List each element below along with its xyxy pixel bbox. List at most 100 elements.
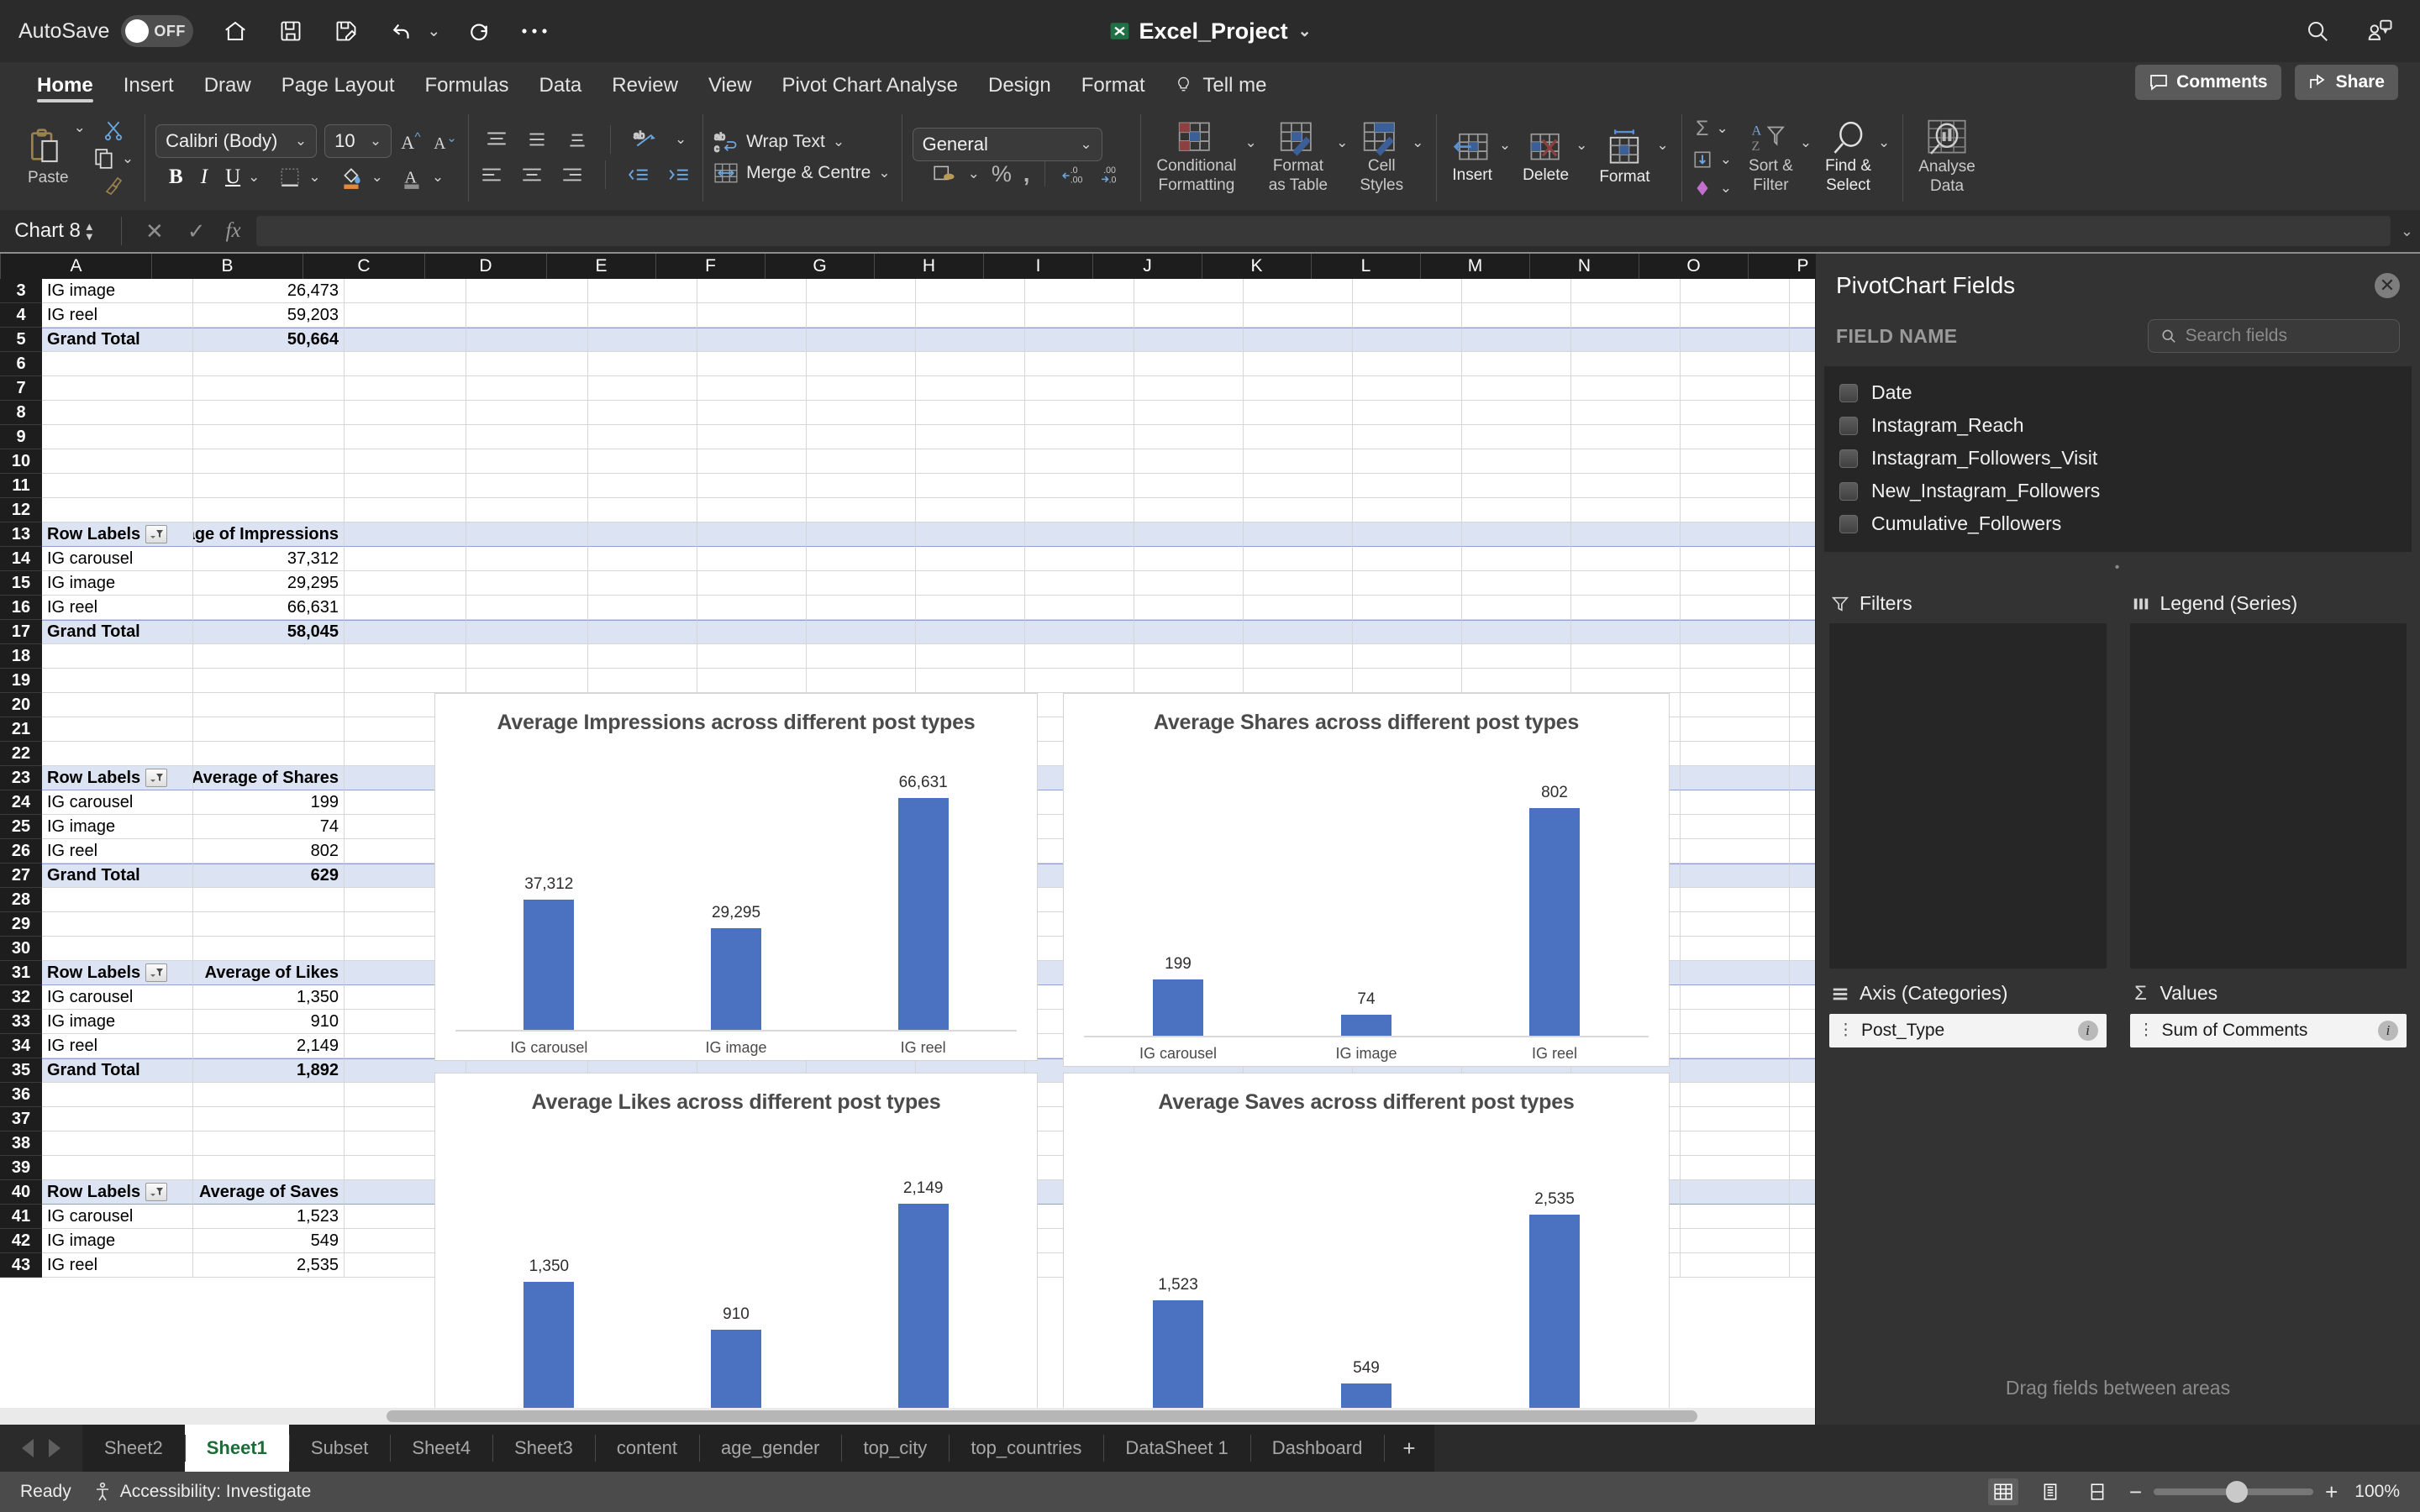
cell-B21[interactable]	[193, 717, 345, 742]
cell-E14[interactable]	[588, 547, 697, 571]
cell-N8[interactable]	[1571, 401, 1681, 425]
cell-A20[interactable]	[42, 693, 193, 717]
cell-N5[interactable]	[1571, 328, 1681, 352]
cell-I13[interactable]	[1025, 522, 1134, 547]
align-top-icon[interactable]	[484, 129, 509, 150]
cell-O4[interactable]	[1681, 303, 1790, 328]
cell-A15[interactable]: IG image	[42, 571, 193, 596]
cell-D10[interactable]	[466, 449, 588, 474]
cell-I8[interactable]	[1025, 401, 1134, 425]
add-sheet-button[interactable]: +	[1384, 1425, 1434, 1472]
cell-B27[interactable]: 629	[193, 864, 345, 888]
cell-C12[interactable]	[345, 498, 466, 522]
cell-P17[interactable]	[1790, 620, 1815, 644]
cell-K7[interactable]	[1244, 376, 1353, 401]
cell-D9[interactable]	[466, 425, 588, 449]
cell-F17[interactable]	[697, 620, 807, 644]
row-header-34[interactable]: 34	[0, 1034, 42, 1058]
cell-J11[interactable]	[1134, 474, 1244, 498]
cell-O8[interactable]	[1681, 401, 1790, 425]
row-header-14[interactable]: 14	[0, 547, 42, 571]
comma-format-button[interactable]: ,	[1023, 161, 1030, 187]
values-field-chip[interactable]: ⋮ Sum of Comments i	[2129, 1013, 2407, 1047]
row-header-27[interactable]: 27	[0, 864, 42, 888]
cell-K8[interactable]	[1244, 401, 1353, 425]
cell-B32[interactable]: 1,350	[193, 985, 345, 1010]
borders-chevron-down-icon[interactable]: ⌄	[308, 169, 320, 186]
align-middle-icon[interactable]	[524, 129, 550, 150]
cell-A36[interactable]	[42, 1083, 193, 1107]
cell-J19[interactable]	[1134, 669, 1244, 693]
cell-F9[interactable]	[697, 425, 807, 449]
cell-K19[interactable]	[1244, 669, 1353, 693]
cell-A40[interactable]: Row Labels	[42, 1180, 193, 1205]
cell-J18[interactable]	[1134, 644, 1244, 669]
field-item-instagram-followers-visit[interactable]: Instagram_Followers_Visit	[1824, 442, 2412, 475]
cell-P8[interactable]	[1790, 401, 1815, 425]
cell-G17[interactable]	[807, 620, 916, 644]
cell-N13[interactable]	[1571, 522, 1681, 547]
row-header-36[interactable]: 36	[0, 1083, 42, 1107]
cell-M13[interactable]	[1462, 522, 1571, 547]
legend-drop-area[interactable]	[2129, 623, 2407, 969]
cell-M5[interactable]	[1462, 328, 1571, 352]
autosum-icon[interactable]: Σ	[1696, 117, 1708, 141]
cell-O35[interactable]	[1681, 1058, 1790, 1083]
cell-B7[interactable]	[193, 376, 345, 401]
cell-B14[interactable]: 37,312	[193, 547, 345, 571]
cell-F10[interactable]	[697, 449, 807, 474]
cell-J4[interactable]	[1134, 303, 1244, 328]
column-header-b[interactable]: B	[152, 254, 303, 279]
cell-G8[interactable]	[807, 401, 916, 425]
cell-B41[interactable]: 1,523	[193, 1205, 345, 1229]
row-header-9[interactable]: 9	[0, 425, 42, 449]
sheet-tab-sheet1[interactable]: Sheet1	[184, 1425, 289, 1472]
cell-N16[interactable]	[1571, 596, 1681, 620]
cell-J15[interactable]	[1134, 571, 1244, 596]
cell-F16[interactable]	[697, 596, 807, 620]
sheet-tab-age-gender[interactable]: age_gender	[699, 1425, 842, 1472]
cell-A30[interactable]	[42, 937, 193, 961]
tab-view[interactable]: View	[693, 74, 767, 102]
cell-F14[interactable]	[697, 547, 807, 571]
align-left-icon[interactable]	[479, 165, 504, 185]
cancel-entry-icon[interactable]: ✕	[134, 218, 176, 244]
cell-K3[interactable]	[1244, 279, 1353, 303]
cell-P38[interactable]	[1790, 1131, 1815, 1156]
cell-F18[interactable]	[697, 644, 807, 669]
cell-E5[interactable]	[588, 328, 697, 352]
wrap-text-button[interactable]: Wrap Text ⌄	[746, 132, 844, 152]
collaborators-icon[interactable]	[2363, 14, 2396, 48]
cell-E15[interactable]	[588, 571, 697, 596]
cell-A22[interactable]	[42, 742, 193, 766]
cell-P5[interactable]	[1790, 328, 1815, 352]
column-header-k[interactable]: K	[1202, 254, 1312, 279]
row-header-8[interactable]: 8	[0, 401, 42, 425]
cell-M8[interactable]	[1462, 401, 1571, 425]
cell-L17[interactable]	[1353, 620, 1462, 644]
format-cells-button[interactable]: Format	[1594, 129, 1655, 186]
cell-O41[interactable]	[1681, 1205, 1790, 1229]
cell-P18[interactable]	[1790, 644, 1815, 669]
cell-G5[interactable]	[807, 328, 916, 352]
cell-N15[interactable]	[1571, 571, 1681, 596]
cell-C15[interactable]	[345, 571, 466, 596]
cell-M19[interactable]	[1462, 669, 1571, 693]
cell-O34[interactable]	[1681, 1034, 1790, 1058]
checkbox[interactable]	[1839, 449, 1858, 468]
column-header-e[interactable]: E	[547, 254, 656, 279]
pivot-filter-icon[interactable]	[145, 525, 168, 543]
cell-E7[interactable]	[588, 376, 697, 401]
zoom-in-icon[interactable]: +	[2325, 1479, 2338, 1505]
cell-G14[interactable]	[807, 547, 916, 571]
delete-chevron-down-icon[interactable]: ⌄	[1576, 137, 1587, 154]
cell-D15[interactable]	[466, 571, 588, 596]
format-painter-icon[interactable]	[103, 175, 124, 195]
cell-D11[interactable]	[466, 474, 588, 498]
cell-A34[interactable]: IG reel	[42, 1034, 193, 1058]
tab-home[interactable]: Home	[22, 74, 108, 102]
insert-cells-button[interactable]: Insert	[1447, 130, 1497, 185]
merge-centre-button[interactable]: Merge & Centre ⌄	[746, 163, 890, 183]
normal-view-icon[interactable]	[1987, 1478, 2018, 1505]
cell-D19[interactable]	[466, 669, 588, 693]
